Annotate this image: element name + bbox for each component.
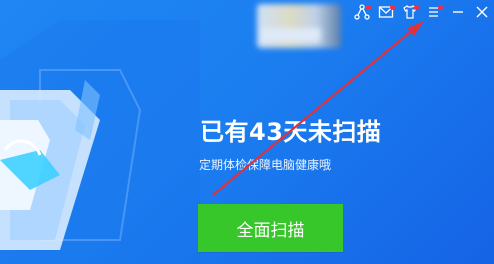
scan-reminder-text: 定期体检保障电脑健康哦 xyxy=(199,158,332,172)
full-scan-button[interactable]: 全面扫描 xyxy=(198,204,343,252)
minimize-button[interactable] xyxy=(446,0,470,24)
close-button[interactable] xyxy=(470,0,494,24)
minimize-icon xyxy=(453,11,463,13)
title-toolbar xyxy=(350,0,494,24)
skin-button[interactable] xyxy=(398,0,422,24)
mail-button[interactable] xyxy=(374,0,398,24)
scan-status-headline: 已有43天未扫描 xyxy=(200,118,382,146)
share-button[interactable] xyxy=(350,0,374,24)
badge-dot xyxy=(438,5,443,10)
close-icon xyxy=(476,6,488,18)
menu-button[interactable] xyxy=(422,0,446,24)
user-avatar-blurred[interactable] xyxy=(257,4,341,48)
badge-dot xyxy=(390,5,395,10)
badge-dot xyxy=(414,5,419,10)
shield-illustration xyxy=(0,20,200,264)
badge-dot xyxy=(366,5,371,10)
app-window: 已有43天未扫描 定期体检保障电脑健康哦 全面扫描 xyxy=(0,0,494,264)
